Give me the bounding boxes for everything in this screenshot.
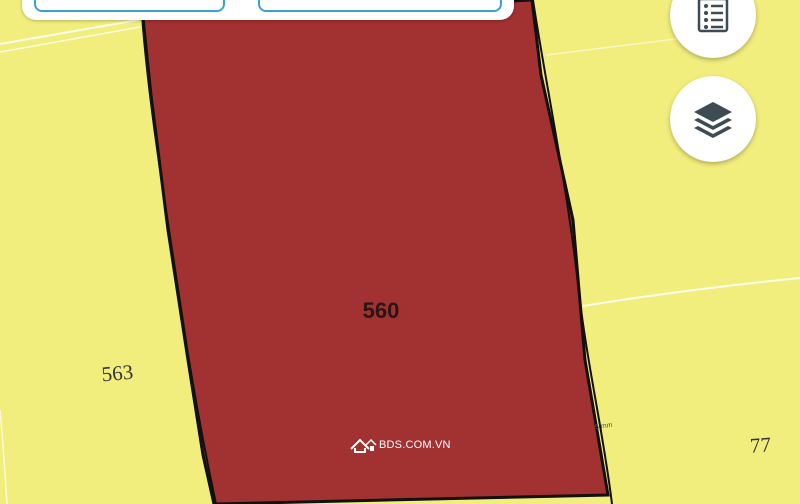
layers-button[interactable] <box>670 76 756 162</box>
search-field-left[interactable] <box>34 0 225 12</box>
west-parcel-number: 563 <box>101 360 134 387</box>
watermark-text: BDS.COM.VN <box>379 439 451 451</box>
selected-parcel[interactable] <box>141 0 610 504</box>
map-view[interactable]: 560 563 77 5 mm BDS.COM.VN <box>0 0 800 504</box>
layers-icon <box>694 102 732 138</box>
cadastral-map[interactable]: 560 563 77 5 mm <box>0 0 800 504</box>
document-list-icon <box>697 0 729 33</box>
house-icon <box>350 438 377 453</box>
search-panel <box>22 0 514 20</box>
watermark: BDS.COM.VN <box>349 437 451 453</box>
search-field-right[interactable] <box>258 0 502 12</box>
selected-parcel-number: 560 <box>363 298 400 323</box>
east-parcel-number: 77 <box>749 432 772 457</box>
